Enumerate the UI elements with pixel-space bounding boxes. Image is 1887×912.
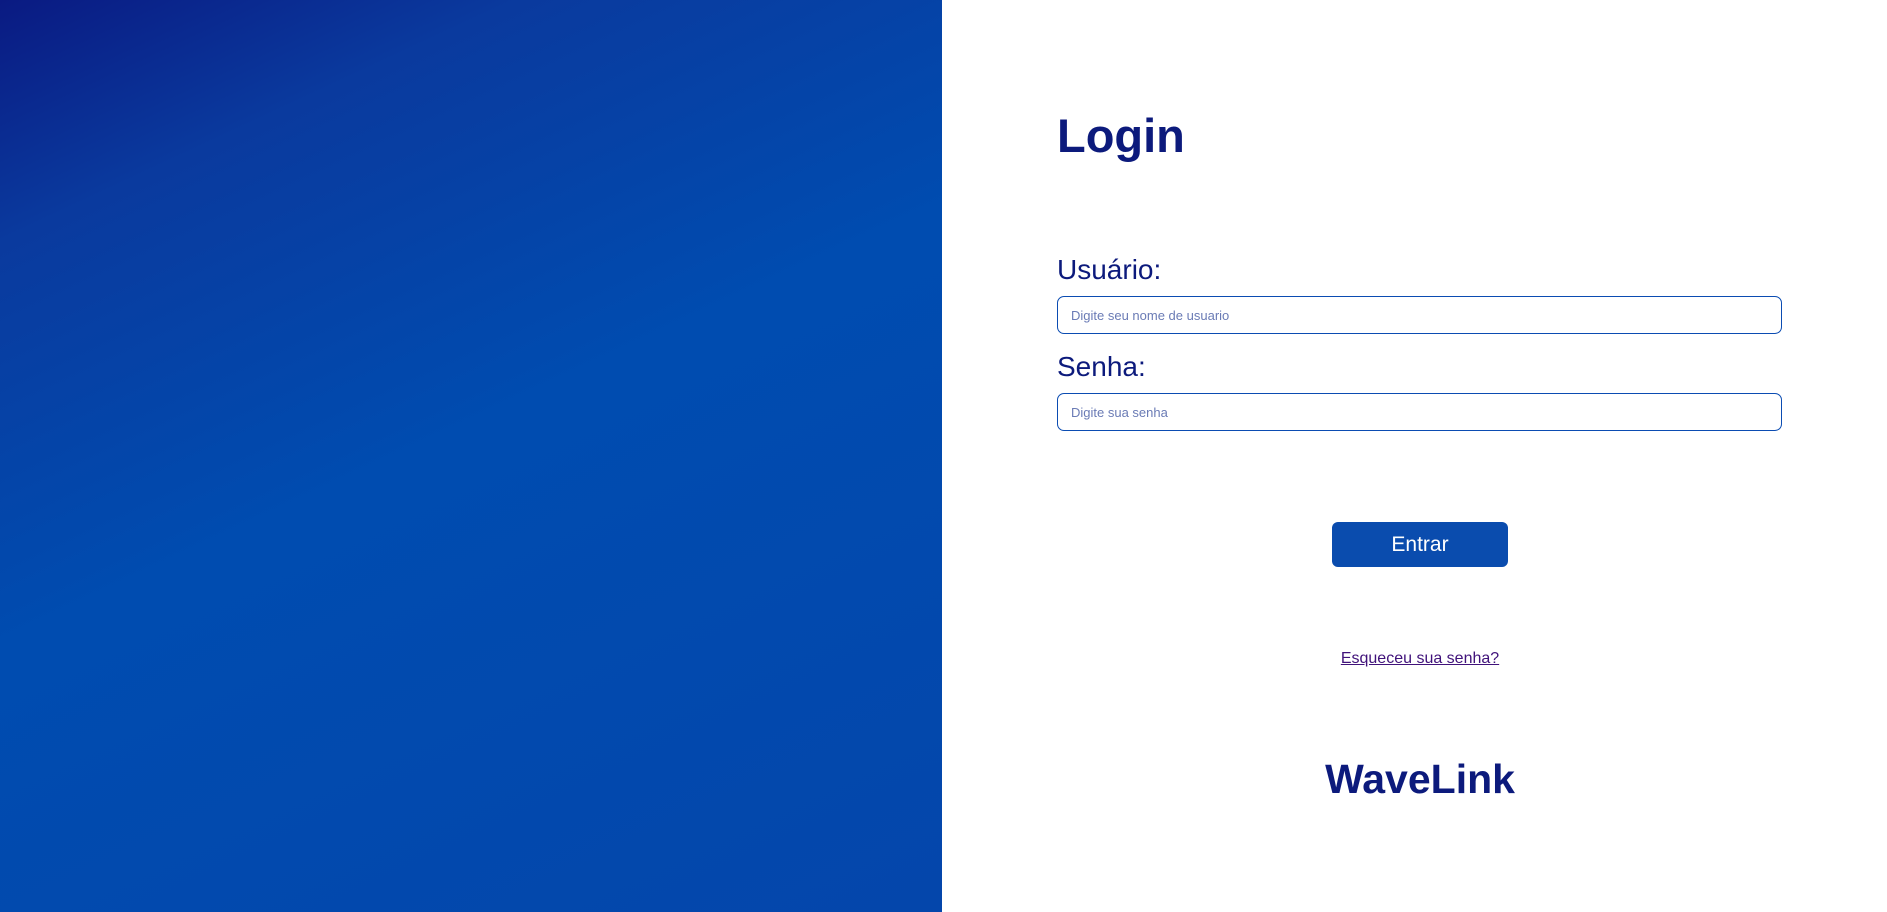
login-page: Login Usuário: Senha: Entrar Esqueceu su… — [0, 0, 1887, 912]
page-title: Login — [1057, 109, 1185, 162]
forgot-password-link[interactable]: Esqueceu sua senha? — [1320, 650, 1520, 668]
hero-gradient-panel — [0, 0, 942, 912]
password-label: Senha: — [1057, 351, 1146, 382]
password-input[interactable] — [1057, 393, 1782, 431]
username-label: Usuário: — [1057, 254, 1162, 285]
login-button[interactable]: Entrar — [1332, 522, 1508, 567]
login-panel: Login Usuário: Senha: Entrar Esqueceu su… — [942, 0, 1887, 912]
brand-logo: WaveLink — [1325, 756, 1515, 802]
username-input[interactable] — [1057, 296, 1782, 334]
